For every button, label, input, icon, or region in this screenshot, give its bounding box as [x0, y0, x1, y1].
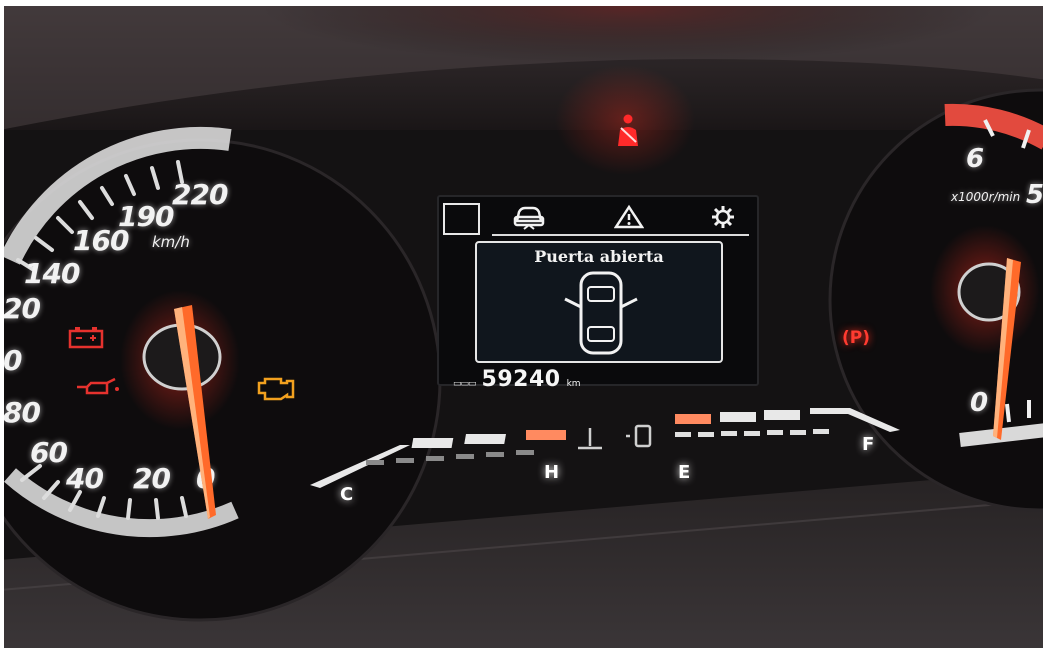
coolant-temp-icon	[578, 428, 602, 450]
warning-triangle-icon	[614, 204, 644, 229]
frame-top	[0, 0, 1047, 6]
odometer-unit: km	[566, 379, 581, 389]
display-tab-bar	[442, 202, 754, 238]
temp-hot-label: H	[544, 462, 560, 483]
car-top-view-icon	[564, 271, 638, 355]
gear-icon	[712, 206, 734, 228]
oil-pressure-warning-icon	[77, 377, 119, 395]
speed-label-140: 140	[24, 257, 80, 290]
frame-bottom	[0, 648, 1047, 654]
fuel-empty-label: E	[678, 462, 691, 483]
seatbelt-warning-icon	[618, 114, 638, 146]
speed-label-120-partial: 20	[3, 292, 41, 325]
alert-message: Puerta abierta	[534, 247, 664, 266]
odometer: ▭▭▭ 59240 km	[453, 367, 581, 392]
info-display: Puerta abierta ▭▭▭ 59240 km	[437, 195, 759, 392]
speed-unit: km/h	[152, 233, 190, 251]
fuel-pump-icon	[626, 424, 652, 448]
door-open-alert: Puerta abierta	[475, 241, 723, 363]
tab-vehicle[interactable]	[510, 202, 548, 232]
tachometer-needle	[957, 258, 1021, 440]
instrument-cluster-photo: 220 190 160 km/h 140 20 0 80 60 40 20 0 …	[0, 0, 1047, 654]
frame-right	[1043, 0, 1047, 654]
temp-fuel-bars	[310, 408, 900, 488]
car-icon	[513, 206, 545, 230]
temp-cold-label: C	[340, 484, 354, 505]
tab-settings[interactable]	[704, 202, 742, 232]
speed-label-40: 40	[66, 462, 104, 495]
speed-label-60: 60	[30, 436, 68, 469]
tab-warnings[interactable]	[610, 202, 648, 232]
battery-warning-icon	[68, 327, 104, 349]
frame-left	[0, 0, 4, 654]
speedometer-needle	[142, 305, 222, 519]
check-engine-icon	[257, 377, 295, 401]
tab-underline	[492, 234, 749, 236]
fuel-full-label: F	[862, 434, 875, 455]
speed-label-160: 160	[73, 224, 129, 257]
parking-brake-icon: (P)	[842, 328, 870, 348]
speed-label-80: 80	[3, 396, 41, 429]
odometer-icon: ▭▭▭	[453, 379, 476, 389]
speed-label-220: 220	[172, 178, 228, 211]
speed-label-100-partial: 0	[3, 344, 23, 377]
odometer-value: 59240	[481, 367, 561, 392]
